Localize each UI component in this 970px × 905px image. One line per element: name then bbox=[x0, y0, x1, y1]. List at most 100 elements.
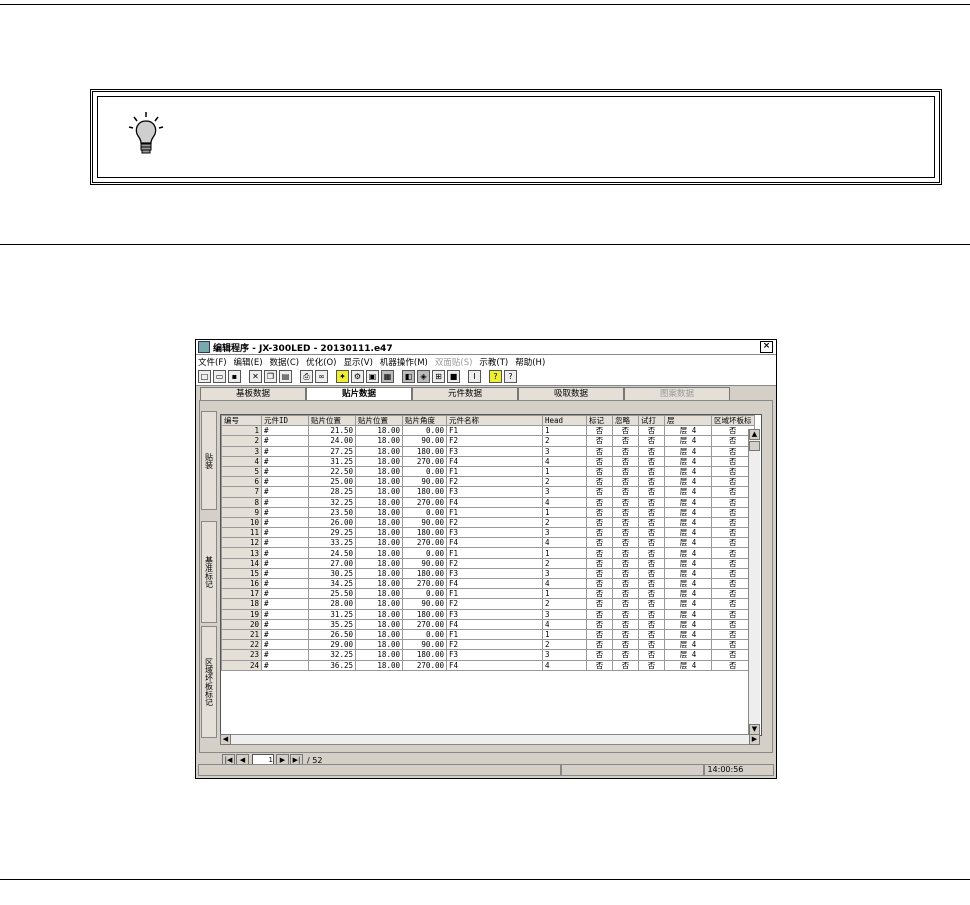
table-cell[interactable]: 否 bbox=[638, 577, 665, 590]
table-cell[interactable]: 18.00 bbox=[355, 588, 403, 600]
table-cell[interactable]: 否 bbox=[638, 588, 665, 600]
table-cell[interactable]: 31.25 bbox=[308, 455, 356, 467]
table-cell[interactable]: 否 bbox=[638, 567, 665, 580]
table-cell[interactable]: F1 bbox=[446, 588, 543, 600]
table-cell[interactable]: 14 bbox=[221, 557, 262, 569]
menu-item-2[interactable]: 数据(C) bbox=[270, 356, 300, 368]
table-cell[interactable]: 8 bbox=[221, 496, 262, 508]
table-cell[interactable]: 2 bbox=[542, 435, 587, 447]
table-cell[interactable]: F4 bbox=[446, 496, 543, 508]
table-cell[interactable]: 24.50 bbox=[308, 547, 356, 559]
table-cell[interactable]: 否 bbox=[586, 639, 613, 651]
table-cell[interactable]: 7 bbox=[221, 486, 262, 498]
table-cell[interactable]: 27.25 bbox=[308, 445, 356, 457]
tab-2[interactable]: 元件数据 bbox=[412, 387, 518, 400]
table-cell[interactable]: 否 bbox=[638, 425, 665, 437]
column-header[interactable]: 区域坏板标 bbox=[711, 415, 755, 427]
nozzle-icon[interactable]: ◈ bbox=[417, 370, 430, 383]
paste-icon[interactable]: ▤ bbox=[279, 370, 292, 383]
table-cell[interactable]: 34.25 bbox=[308, 577, 356, 590]
table-cell[interactable]: 18.00 bbox=[355, 628, 403, 641]
table-row[interactable]: 9 #23.50 18.00 0.00 F1 1 否否否层 4否 bbox=[221, 506, 755, 518]
table-cell[interactable]: 31.25 bbox=[308, 608, 356, 620]
table-cell[interactable]: 2 bbox=[542, 598, 587, 610]
side-tab-bad-mark[interactable]: 区域坏板标记 bbox=[201, 626, 217, 738]
table-cell[interactable]: 180.00 bbox=[402, 486, 447, 498]
table-cell[interactable]: 层 4 bbox=[664, 496, 712, 508]
table-cell[interactable]: 1 bbox=[542, 465, 587, 478]
table-cell[interactable]: 180.00 bbox=[402, 445, 447, 457]
table-cell[interactable]: F2 bbox=[446, 516, 543, 529]
table-cell[interactable]: F3 bbox=[446, 486, 543, 498]
table-cell[interactable]: 否 bbox=[638, 659, 665, 671]
table-cell[interactable]: 25.00 bbox=[308, 476, 356, 488]
table-cell[interactable]: 否 bbox=[586, 476, 613, 488]
table-cell[interactable]: 否 bbox=[586, 496, 613, 508]
table-cell[interactable]: 3 bbox=[542, 567, 587, 580]
table-cell[interactable]: 35.25 bbox=[308, 618, 356, 630]
table-cell[interactable]: 270.00 bbox=[402, 577, 447, 590]
table-cell[interactable]: 18.00 bbox=[355, 527, 403, 539]
table-cell[interactable]: F1 bbox=[446, 628, 543, 641]
table-cell[interactable]: 9 bbox=[221, 506, 262, 518]
table-cell[interactable]: F4 bbox=[446, 659, 543, 671]
table-cell[interactable]: 否 bbox=[638, 537, 665, 549]
table-cell[interactable]: 0.00 bbox=[402, 628, 447, 641]
table-cell[interactable]: 否 bbox=[586, 506, 613, 518]
menu-item-1[interactable]: 编辑(E) bbox=[234, 356, 263, 368]
column-header[interactable]: 标记 bbox=[586, 415, 613, 427]
close-button[interactable]: × bbox=[760, 341, 773, 353]
table-cell[interactable]: F1 bbox=[446, 465, 543, 478]
table-cell[interactable]: 否 bbox=[612, 557, 639, 569]
table-cell[interactable]: # bbox=[261, 659, 309, 671]
table-cell[interactable]: 否 bbox=[586, 577, 613, 590]
table-cell[interactable]: # bbox=[261, 608, 309, 620]
table-cell[interactable]: 4 bbox=[542, 618, 587, 630]
scroll-left-icon[interactable]: ◀ bbox=[220, 734, 231, 745]
table-cell[interactable]: 18.00 bbox=[355, 567, 403, 580]
table-cell[interactable]: 否 bbox=[586, 537, 613, 549]
table-cell[interactable]: # bbox=[261, 465, 309, 478]
table-cell[interactable]: 3 bbox=[542, 527, 587, 539]
copy-icon[interactable]: ❐ bbox=[264, 370, 277, 383]
table-cell[interactable]: 层 4 bbox=[664, 577, 712, 590]
table-cell[interactable]: 否 bbox=[638, 649, 665, 661]
side-tab-fiducial[interactable]: 基准标记 bbox=[201, 521, 217, 623]
table-cell[interactable]: 否 bbox=[638, 527, 665, 539]
table-row[interactable]: 7 #28.25 18.00 180.00 F3 3 否否否层 4否 bbox=[221, 486, 755, 498]
table-cell[interactable]: 层 4 bbox=[664, 537, 712, 549]
table-cell[interactable]: 否 bbox=[612, 435, 639, 447]
table-cell[interactable]: 否 bbox=[638, 455, 665, 467]
stop-icon[interactable]: ■ bbox=[447, 370, 460, 383]
table-cell[interactable]: 23.50 bbox=[308, 506, 356, 518]
table-cell[interactable]: # bbox=[261, 577, 309, 590]
menu-item-5[interactable]: 机器操作(M) bbox=[380, 356, 428, 368]
horizontal-scrollbar[interactable]: ◀ ▶ bbox=[220, 734, 760, 745]
table-cell[interactable]: 21.50 bbox=[308, 425, 356, 437]
menu-item-8[interactable]: 帮助(H) bbox=[515, 356, 545, 368]
save-icon[interactable]: ▪ bbox=[228, 370, 241, 383]
table-cell[interactable]: 24 bbox=[221, 659, 262, 671]
table-row[interactable]: 19 #31.25 18.00 180.00 F3 3 否否否层 4否 bbox=[221, 608, 755, 620]
table-cell[interactable]: 2 bbox=[542, 476, 587, 488]
table-cell[interactable]: 层 4 bbox=[664, 639, 712, 651]
table-cell[interactable]: # bbox=[261, 496, 309, 508]
table-cell[interactable]: 否 bbox=[638, 598, 665, 610]
table-cell[interactable]: # bbox=[261, 649, 309, 661]
table-cell[interactable]: 270.00 bbox=[402, 618, 447, 630]
table-cell[interactable]: F2 bbox=[446, 639, 543, 651]
table-cell[interactable]: 3 bbox=[542, 649, 587, 661]
menu-item-7[interactable]: 示教(T) bbox=[479, 356, 508, 368]
table-cell[interactable]: 29.00 bbox=[308, 639, 356, 651]
table-cell[interactable]: F3 bbox=[446, 567, 543, 580]
table-cell[interactable]: 18.00 bbox=[355, 516, 403, 529]
table-cell[interactable]: 否 bbox=[586, 618, 613, 630]
table-cell[interactable]: 否 bbox=[612, 496, 639, 508]
column-header[interactable]: Head bbox=[542, 415, 587, 427]
table-cell[interactable]: 否 bbox=[638, 445, 665, 457]
table-cell[interactable]: 否 bbox=[612, 547, 639, 559]
table-cell[interactable]: F4 bbox=[446, 577, 543, 590]
table-cell[interactable]: 27.00 bbox=[308, 557, 356, 569]
table-cell[interactable]: 否 bbox=[638, 557, 665, 569]
table-cell[interactable]: 90.00 bbox=[402, 435, 447, 447]
